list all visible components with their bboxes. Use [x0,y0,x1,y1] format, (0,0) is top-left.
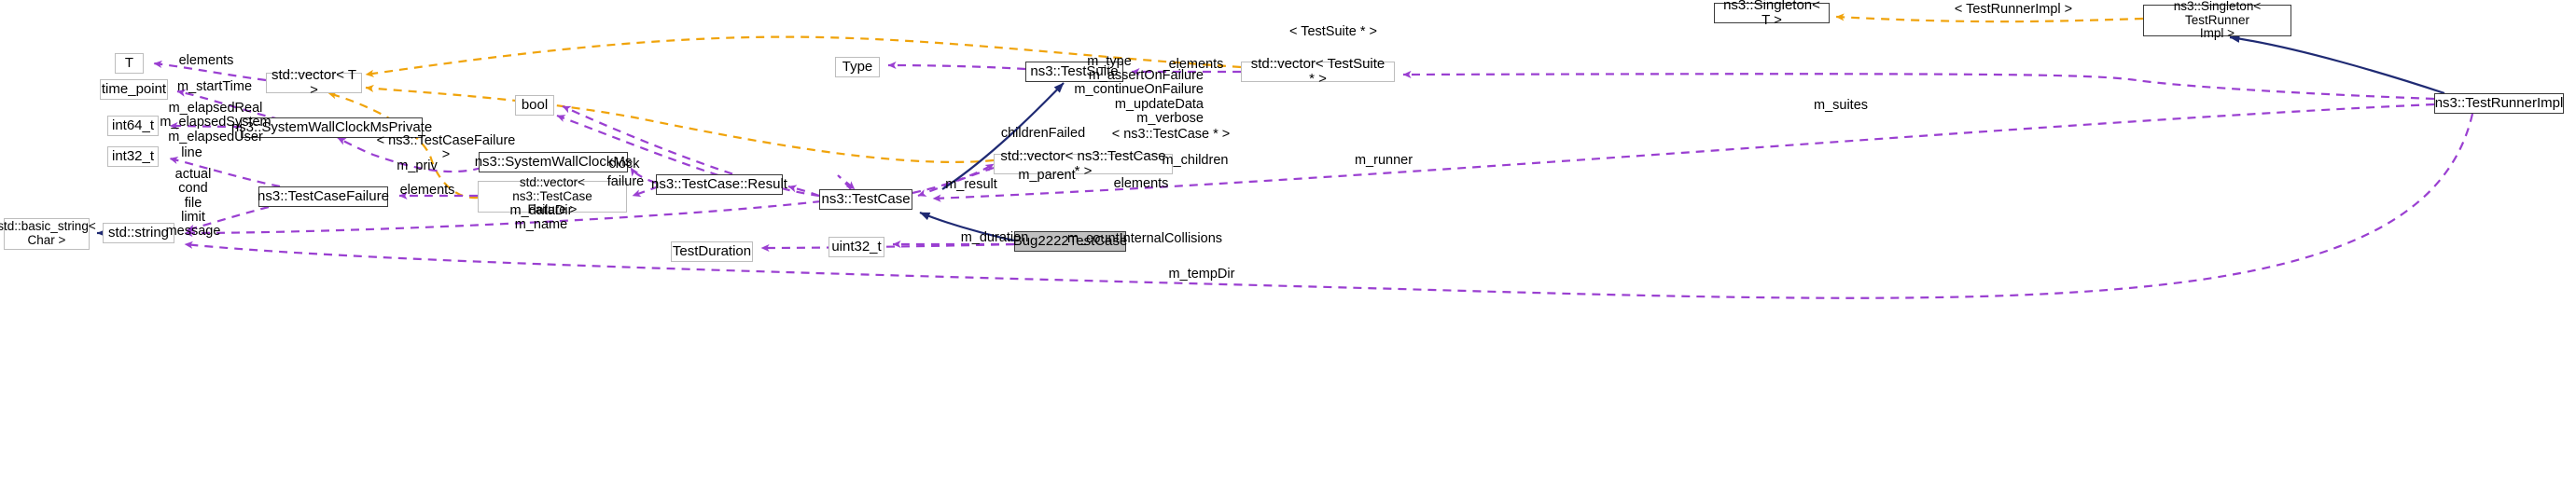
edge-label-elements-T: elements [178,53,234,68]
node-testcase[interactable]: ns3::TestCase [819,189,912,210]
edge-m-suites [1402,70,2435,101]
node-type[interactable]: Type [835,57,880,77]
edge-label-clock: clock [608,157,640,172]
node-time-point[interactable]: time_point [100,79,168,100]
node-int32-t[interactable]: int32_t [107,146,159,167]
node-vector-testsuite-ptr[interactable]: std::vector< TestSuite * > [1241,56,1395,87]
edge-label-elements-tcf: elements [399,183,455,198]
edge-label-line: line [181,145,202,160]
edge-label-m-priv: m_priv [397,158,438,173]
edge-label-tmpl-testcaseptr: < ns3::TestCase * > [1111,127,1231,142]
edge-label-elements-tsptr: elements [1168,57,1224,72]
edge-label-failure: failure [606,174,645,189]
node-int64-t[interactable]: int64_t [107,116,159,136]
node-uint32-t[interactable]: uint32_t [828,237,884,257]
edge-label-m-result: m_result [945,177,997,192]
edge-label-assert-group: m_assertOnFailure m_continueOnFailure m_… [1074,68,1204,127]
collaboration-diagram: T time_point int64_t int32_t std::basic_… [0,0,2576,495]
node-std-basic-string[interactable]: std::basic_string< Char > [0,218,96,250]
node-testcasefailure[interactable]: ns3::TestCaseFailure [258,186,389,207]
node-testcase-result[interactable]: ns3::TestCase::Result [651,174,787,195]
edge-label-actual-group: actual cond file limit message [165,167,221,240]
edge-label-childrenfailed: childrenFailed [1000,126,1086,141]
edge-label-m-starttime: m_startTime [176,79,253,94]
node-bool[interactable]: bool [515,95,554,116]
edge-label-elements-tcptr: elements [1113,176,1169,191]
edge-label-m-suites: m_suites [1813,98,1869,113]
edge-label-tmpl-testsuiteptr: < TestSuite * > [1288,24,1378,39]
node-testduration[interactable]: TestDuration [671,241,753,262]
node-singleton-T[interactable]: ns3::Singleton< T > [1714,0,1830,28]
node-singleton-testrunnerimpl[interactable]: ns3::Singleton< TestRunner Impl > [2143,0,2291,40]
edge-singleton-trimpl [1835,13,2144,23]
edge-m-result [787,185,820,198]
edge-label-tmpl-testrunnerimpl: < TestRunnerImpl > [1954,2,2073,17]
edge-m-parent [837,174,856,190]
edge-label-m-parent: m_parent [1018,168,1076,183]
node-std-string[interactable]: std::string [103,223,174,243]
edge-label-m-duration: m_duration [960,230,1029,245]
edge-label-m-countinternalcollisions: m_countInternalCollisions [1066,231,1223,246]
node-std-vector-T[interactable]: std::vector< T > [266,67,362,98]
edge-inherit-runnerimpl [2229,34,2445,95]
node-T[interactable]: T [115,53,144,74]
node-testrunnerimpl[interactable]: ns3::TestRunnerImpl [2434,93,2564,114]
edge-m-type [887,61,1026,71]
edge-label-m-tempdir: m_tempDir [1168,267,1235,282]
edge-label-m-datadir-group: m_dataDir m_name [509,203,573,233]
edge-label-m-runner: m_runner [1354,153,1413,168]
edge-label-elapsed-group: m_elapsedReal m_elapsedSystem m_elapsedU… [160,101,272,144]
edge-label-m-children: m_children [1162,153,1229,168]
